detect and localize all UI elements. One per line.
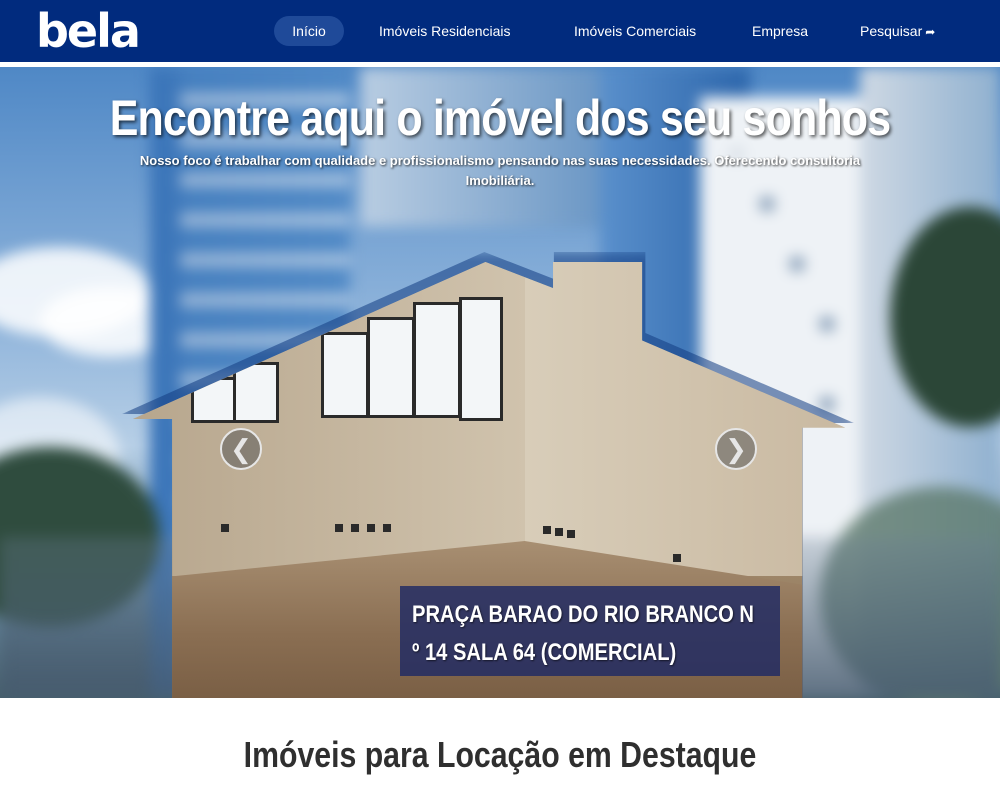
chevron-right-icon: ❯: [725, 435, 747, 465]
slide-caption-line-1: PRAÇA BARAO DO RIO BRANCO N: [412, 601, 754, 628]
wall-socket: [335, 524, 343, 532]
wall-socket: [221, 524, 229, 532]
slide-caption-line-2: º 14 SALA 64 (COMERCIAL): [412, 639, 677, 666]
wall-socket: [367, 524, 375, 532]
hero-subtitle-line-2: Imobiliária.: [465, 173, 535, 188]
room-window: [321, 332, 369, 418]
hero-section: Encontre aqui o imóvel dos seu sonhos No…: [0, 67, 1000, 698]
wall-socket: [543, 526, 551, 534]
nav-item-pesquisar-label: Pesquisar: [860, 23, 923, 39]
wall-socket: [351, 524, 359, 532]
nav-item-imoveis-comerciais[interactable]: Imóveis Comerciais: [574, 16, 696, 46]
room-window: [413, 302, 461, 418]
carousel-next-button[interactable]: ❯: [715, 428, 757, 470]
room-window: [367, 317, 415, 418]
nav-item-imoveis-residenciais[interactable]: Imóveis Residenciais: [379, 16, 511, 46]
nav-item-inicio[interactable]: Início: [274, 16, 344, 46]
top-navbar: bela Início Imóveis Residenciais Imóveis…: [0, 0, 1000, 62]
wall-socket: [567, 530, 575, 538]
nav-item-pesquisar[interactable]: Pesquisar ➦: [860, 16, 935, 46]
share-arrow-icon: ➦: [925, 25, 936, 39]
hero-subtitle-line-1: Nosso foco é trabalhar com qualidade e p…: [139, 153, 861, 168]
wall-socket: [555, 528, 563, 536]
wall-socket: [383, 524, 391, 532]
carousel-prev-button[interactable]: ❮: [220, 428, 262, 470]
featured-section-title: Imóveis para Locação em Destaque: [243, 734, 757, 775]
room-window: [459, 297, 503, 421]
wall-socket: [673, 554, 681, 562]
nav-item-empresa[interactable]: Empresa: [752, 16, 808, 46]
chevron-left-icon: ❮: [230, 435, 252, 465]
hero-title: Encontre aqui o imóvel dos seu sonhos: [109, 90, 891, 146]
hero-subtitle: Nosso foco é trabalhar com qualidade e p…: [95, 151, 905, 191]
slide-caption[interactable]: PRAÇA BARAO DO RIO BRANCO N º 14 SALA 64…: [400, 586, 780, 676]
brand-logo[interactable]: bela: [36, 6, 141, 56]
